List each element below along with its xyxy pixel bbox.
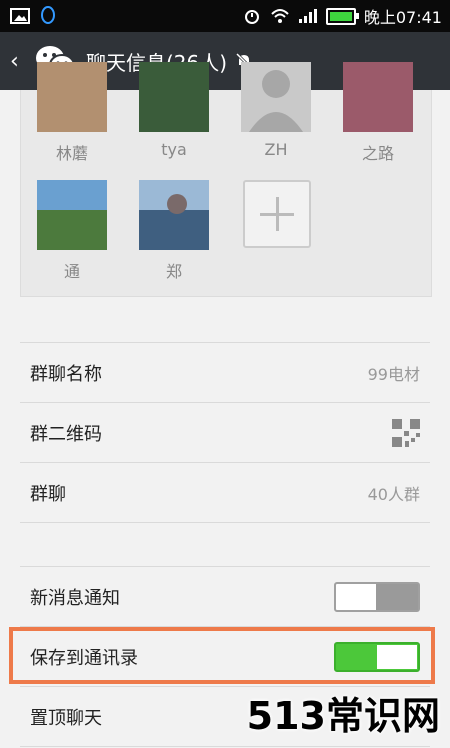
member-avatar[interactable] xyxy=(241,62,311,132)
battery-icon xyxy=(325,7,359,25)
notify-row[interactable]: 新消息通知 xyxy=(20,567,430,627)
alarm-icon xyxy=(242,8,262,24)
add-member-button[interactable] xyxy=(243,180,311,248)
group-row[interactable]: 群聊 40人群 xyxy=(20,463,430,523)
member-name: 郑 xyxy=(165,262,182,281)
group-name-value: 99电材 xyxy=(367,364,420,384)
qq-icon xyxy=(38,6,58,24)
member-name: 林蘑 xyxy=(55,144,88,163)
group-value: 40人群 xyxy=(367,484,420,504)
status-time: 晚上07:41 xyxy=(363,8,442,27)
member-avatar[interactable] xyxy=(139,180,209,250)
save-to-contacts-toggle[interactable] xyxy=(334,641,420,672)
member-name: 之路 xyxy=(361,144,394,163)
pin-chat-label: 置顶聊天 xyxy=(30,707,102,729)
group-name-label: 群聊名称 xyxy=(30,363,102,385)
member-avatar[interactable] xyxy=(37,62,107,132)
notify-toggle[interactable] xyxy=(334,581,420,612)
group-settings: 群聊名称 99电材 群二维码 群聊 40人群 xyxy=(20,342,430,523)
member-avatar[interactable] xyxy=(139,62,209,132)
member-name: tya xyxy=(161,140,187,159)
member-name: ZH xyxy=(264,140,288,159)
image-icon xyxy=(10,8,30,24)
group-qr-row[interactable]: 群二维码 xyxy=(20,403,430,463)
member-avatar[interactable] xyxy=(343,62,413,132)
back-arrow-icon[interactable]: ‹ xyxy=(10,49,30,74)
group-name-row[interactable]: 群聊名称 99电材 xyxy=(20,343,430,403)
member-grid: 林蘑 tya ZH 之路 通 郑 xyxy=(20,62,432,297)
save-to-contacts-label: 保存到通讯录 xyxy=(30,647,138,669)
group-label: 群聊 xyxy=(30,483,66,505)
signal-icon xyxy=(298,8,318,24)
notify-label: 新消息通知 xyxy=(30,587,120,609)
member-avatar[interactable] xyxy=(37,180,107,250)
qr-code-icon xyxy=(392,418,420,447)
status-bar: 晚上07:41 xyxy=(0,0,450,32)
wifi-icon xyxy=(270,8,290,24)
chat-info-content: 林蘑 tya ZH 之路 通 郑 群聊名称 99电材 群二维码 群聊 40人群 … xyxy=(0,62,450,748)
watermark: 513常识网 xyxy=(246,694,440,738)
member-name: 通 xyxy=(63,262,80,281)
save-to-contacts-row[interactable]: 保存到通讯录 xyxy=(20,627,430,687)
group-qr-label: 群二维码 xyxy=(30,423,102,445)
